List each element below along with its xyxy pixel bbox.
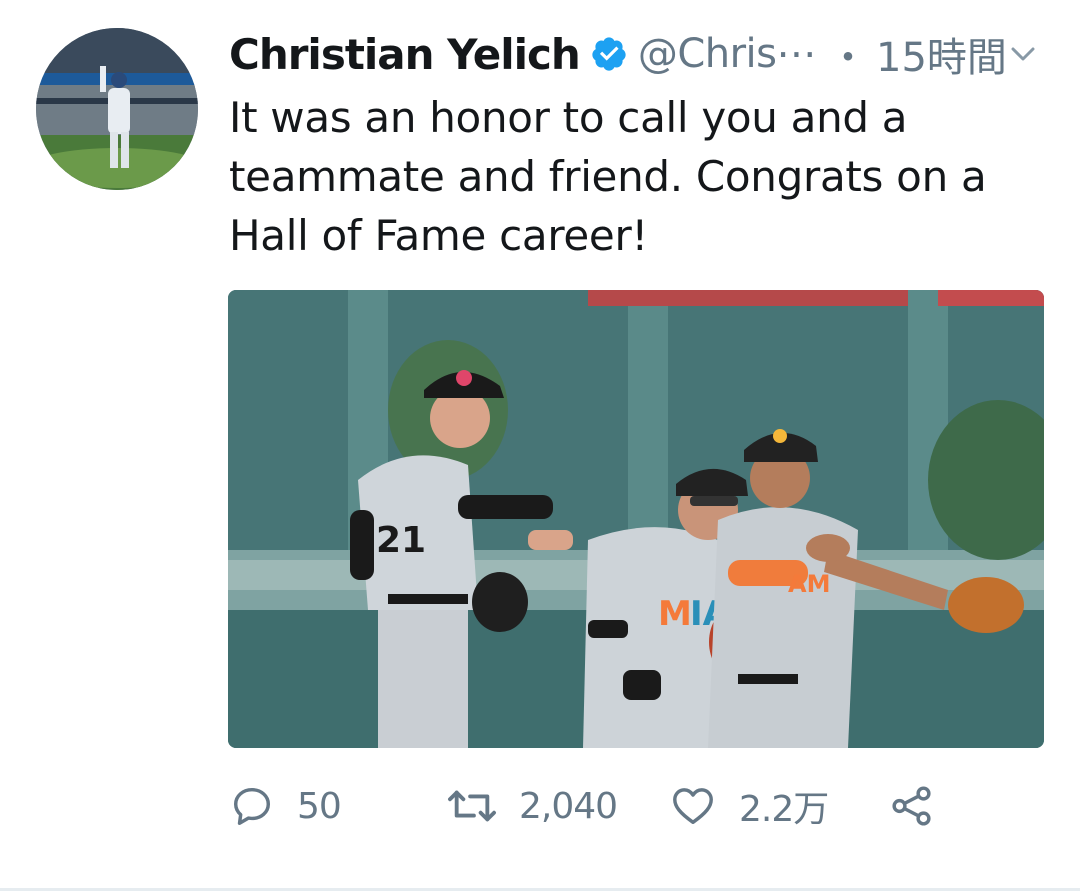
svg-text:AM: AM <box>788 570 830 598</box>
chevron-down-icon[interactable] <box>1007 38 1039 70</box>
user-handle[interactable]: @Chris⋯ <box>638 31 817 77</box>
share-icon <box>892 786 931 826</box>
like-count: 2.2万 <box>739 789 829 830</box>
retweet-icon <box>448 790 496 822</box>
tweet-timestamp[interactable]: 15時間 <box>876 25 1007 83</box>
reply-button[interactable]: 50 <box>229 776 342 836</box>
svg-text:M: M <box>658 594 692 634</box>
separator-dot: ・ <box>828 35 868 81</box>
avatar[interactable] <box>36 28 198 190</box>
retweet-button[interactable]: 2,040 <box>447 776 618 836</box>
like-button[interactable]: 2.2万 <box>669 776 829 836</box>
tweet-text: It was an honor to call you and a teamma… <box>229 93 987 260</box>
tweet-card[interactable]: Christian Yelich @Chris⋯ ・ 15時間 It was a… <box>0 0 1080 891</box>
share-button[interactable] <box>889 776 935 836</box>
verified-badge-icon <box>590 35 628 73</box>
svg-text:21: 21 <box>376 520 426 561</box>
like-icon <box>673 788 713 825</box>
tweet-actions: 50 2,040 2.2万 <box>229 776 1059 836</box>
reply-count: 50 <box>297 785 342 827</box>
reply-icon <box>233 787 271 825</box>
tweet-photo[interactable]: 21 M IA AM <box>228 290 1044 748</box>
retweet-count: 2,040 <box>519 785 618 827</box>
tweet-header: Christian Yelich @Chris⋯ ・ 15時間 <box>229 26 1059 82</box>
display-name[interactable]: Christian Yelich <box>229 30 581 79</box>
